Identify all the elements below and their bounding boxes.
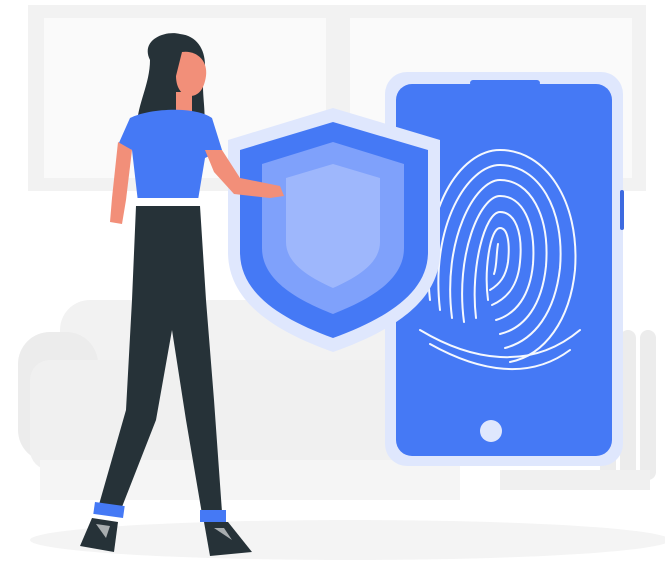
- radiator-fin: [640, 330, 656, 480]
- security-illustration: [0, 0, 665, 576]
- illustration-canvas: [18, 5, 665, 560]
- phone-speaker: [470, 80, 540, 86]
- radiator-base: [500, 470, 650, 490]
- shoe-left: [80, 518, 118, 552]
- phone-side-button: [620, 190, 624, 230]
- belt: [136, 198, 200, 206]
- floor-shadow: [30, 520, 665, 560]
- pants-cuff-right: [200, 510, 226, 522]
- home-button-icon: [480, 420, 502, 442]
